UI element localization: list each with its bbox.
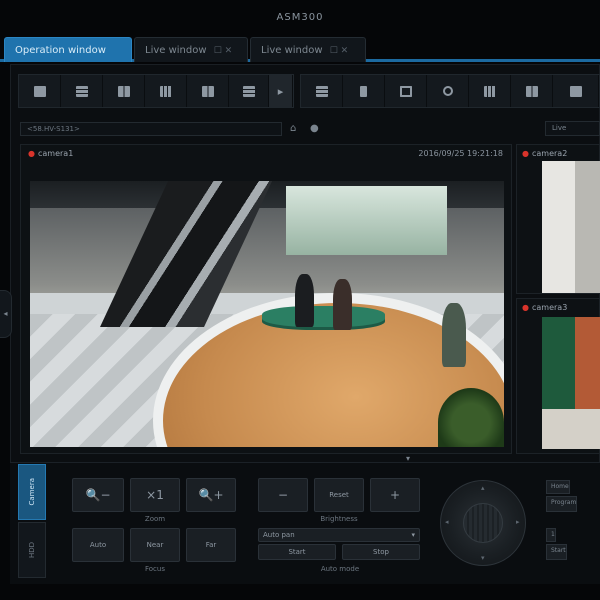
zoom-x1-button[interactable]: ×1 [130,478,180,512]
video-bench [262,306,386,328]
camera1-video[interactable] [30,181,504,447]
fullscreen-icon[interactable] [385,75,427,107]
video-window [285,186,448,256]
camera1-header: ● camera1 [28,149,73,158]
focus-near-button[interactable]: Near [130,528,180,562]
zoom-label: Zoom [144,515,166,523]
zoom-icon[interactable] [427,75,469,107]
arrow-left-icon[interactable]: ◂ [445,518,449,526]
side-tab-camera[interactable]: Camera [18,464,46,520]
side-tab-label: HDD [28,541,36,559]
brightness-minus-button[interactable]: − [258,478,308,512]
preset-number-input[interactable]: 1 [546,528,556,542]
camera3-name: camera3 [531,303,568,312]
info-icon[interactable]: ● [310,123,319,134]
camera1-panel[interactable]: ● camera1 2016/09/25 19:21:18 [20,144,512,454]
joystick-center[interactable] [463,503,503,543]
left-collapse-handle[interactable]: ◂ [0,290,12,338]
camera2-name: camera2 [531,149,568,158]
auto-mode-start-button[interactable]: Start [258,544,336,560]
arrow-down-icon[interactable]: ▾ [481,554,485,562]
split-4-icon[interactable] [187,75,229,107]
camera-selector[interactable]: <58.HV-S131> [20,122,282,136]
tab-close-icon[interactable]: ☐ ✕ [214,46,232,56]
recording-dot-icon: ● [522,149,529,158]
recording-dot-icon: ● [28,149,35,158]
tab-label: Live window [145,45,207,56]
tool-button-group [300,74,600,108]
side-tab-hdd[interactable]: HDD [18,522,46,578]
side-tab-label: Camera [28,478,36,506]
auto-mode-label: Auto mode [320,565,360,573]
brightness-reset-button[interactable]: Reset [314,478,364,512]
camera1-name: camera1 [37,149,74,158]
record-icon[interactable] [343,75,385,107]
camera2-video[interactable] [542,161,600,293]
tab-live-window-2[interactable]: Live window ☐ ✕ [250,37,366,62]
preset-start-button[interactable]: Start [546,544,567,560]
auto-mode-select[interactable]: Auto pan ▾ [258,528,420,542]
camera2-panel[interactable]: ● camera2 [516,144,600,294]
more-layouts-icon[interactable]: ▸ [269,75,293,107]
video-person [333,279,353,330]
brightness-plus-button[interactable]: + [370,478,420,512]
arrow-right-icon[interactable]: ▸ [516,518,520,526]
settings-icon[interactable] [553,75,599,107]
split-rows-icon[interactable] [61,75,103,107]
preset-select[interactable]: Home [546,480,570,494]
arrow-up-icon[interactable]: ▴ [481,484,485,492]
video-person [442,303,467,368]
zoom-in-button[interactable]: 🔍+ [186,478,236,512]
brightness-label: Brightness [320,515,358,523]
chevron-down-icon: ▾ [411,531,415,539]
tab-label: Live window [261,45,323,56]
camera1-timestamp: 2016/09/25 19:21:18 [418,149,503,158]
tab-operation-window[interactable]: Operation window [4,37,132,62]
split-2-icon[interactable] [103,75,145,107]
snapshot-icon[interactable] [469,75,511,107]
video-christmas-tree [437,388,504,447]
zoom-out-button[interactable]: 🔍− [72,478,124,512]
tab-label: Operation window [15,45,106,56]
sequence-icon[interactable] [301,75,343,107]
split-3-icon[interactable] [145,75,187,107]
live-badge[interactable]: Live [545,121,600,136]
export-icon[interactable] [511,75,553,107]
auto-mode-stop-button[interactable]: Stop [342,544,420,560]
program-button[interactable]: Program [546,496,578,512]
tab-live-window-1[interactable]: Live window ☐ ✕ [134,37,248,62]
tab-bar: Operation window Live window ☐ ✕ Live wi… [0,36,600,62]
auto-mode-select-value: Auto pan [263,531,295,539]
video-person [295,274,315,328]
tab-close-icon[interactable]: ☐ ✕ [330,46,348,56]
focus-far-button[interactable]: Far [186,528,236,562]
app-title: ASM300 [276,12,324,23]
lock-icon[interactable]: ⌂ [290,123,296,134]
camera3-header: ● camera3 [522,303,567,312]
single-layout-icon[interactable] [19,75,61,107]
focus-auto-button[interactable]: Auto [72,528,124,562]
focus-label: Focus [145,565,165,573]
layout-button-group: ▸ [18,74,294,108]
video-floor [542,409,600,449]
camera3-panel[interactable]: ● camera3 [516,298,600,454]
camera2-header: ● camera2 [522,149,567,158]
split-grid-icon[interactable] [229,75,269,107]
camera3-video[interactable] [542,317,600,449]
ptz-joystick[interactable]: ▴ ▾ ◂ ▸ [440,480,526,566]
recording-dot-icon: ● [522,303,529,312]
